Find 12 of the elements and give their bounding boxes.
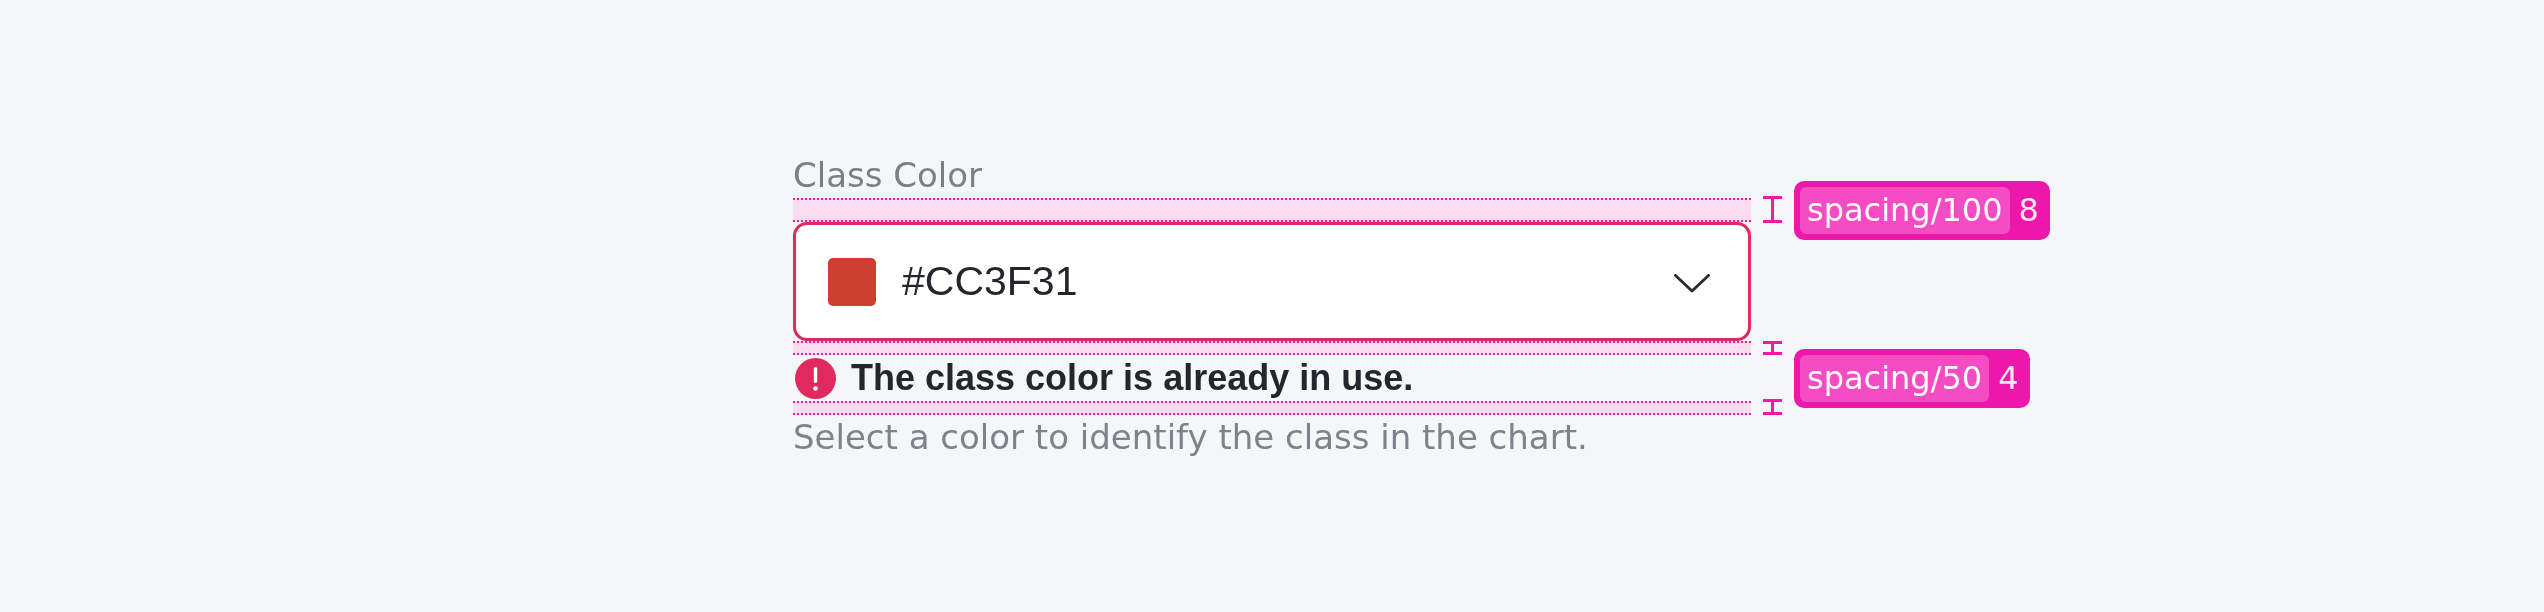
dimension-marker-icon	[1763, 341, 1782, 355]
token-name: spacing/100	[1800, 186, 2010, 234]
token-value: 4	[1997, 357, 2020, 399]
dimension-marker-icon	[1763, 399, 1782, 415]
color-select[interactable]: #CC3F31	[793, 222, 1751, 341]
helper-text: Select a color to identify the class in the chart.	[793, 416, 1588, 459]
dimension-marker-icon	[1763, 196, 1782, 223]
token-name: spacing/50	[1800, 354, 1990, 402]
error-message: The class color is already in use.	[851, 357, 1414, 399]
field-label: Class Color	[793, 154, 983, 197]
chevron-down-icon	[1674, 274, 1710, 293]
token-value: 8	[2017, 189, 2040, 231]
